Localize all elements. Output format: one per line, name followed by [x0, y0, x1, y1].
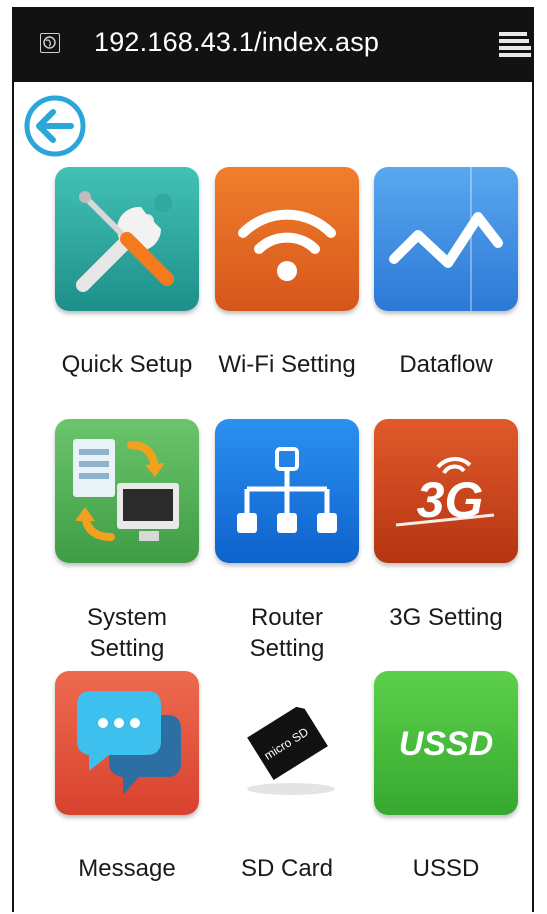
- wifi-icon: [215, 167, 359, 311]
- tools-icon: [55, 167, 199, 311]
- menu-icon[interactable]: [497, 30, 533, 58]
- 3g-icon: 3G: [374, 419, 518, 563]
- system-setting-label: System Setting: [86, 604, 167, 662]
- globe-icon: [40, 33, 60, 53]
- url-text[interactable]: 192.168.43.1/index.asp: [94, 27, 379, 58]
- quick-setup-tile[interactable]: [55, 167, 199, 311]
- 3g-setting-tile[interactable]: 3G: [374, 419, 518, 563]
- phone-screen: 192.168.43.1/index.asp Quick Setup Wi-Fi…: [12, 7, 534, 912]
- dataflow-label: Dataflow: [399, 351, 493, 378]
- system-icon: [55, 419, 199, 563]
- ussd-icon: USSD: [374, 671, 518, 815]
- quick-setup-label: Quick Setup: [61, 351, 193, 378]
- wifi-setting-tile[interactable]: [215, 167, 359, 311]
- dataflow-tile[interactable]: [374, 167, 518, 311]
- chat-bubble-icon: [55, 671, 199, 815]
- network-icon: [215, 419, 359, 563]
- system-setting-tile[interactable]: [55, 419, 199, 563]
- ussd-tile[interactable]: USSD: [374, 671, 518, 815]
- frame-border-left: [12, 7, 14, 912]
- frame-border-right: [532, 7, 534, 912]
- wifi-setting-label: Wi-Fi Setting: [218, 351, 356, 378]
- line-graph-icon: [374, 167, 518, 311]
- sd-card-icon: micro SD: [215, 671, 359, 815]
- ussd-text: USSD: [399, 725, 493, 763]
- back-arrow-icon: [24, 95, 86, 157]
- 3g-setting-label: 3G Setting: [389, 604, 503, 631]
- message-tile[interactable]: [55, 671, 199, 815]
- router-setting-label: Router Setting: [249, 604, 325, 662]
- sd-card-label: SD Card: [240, 855, 334, 882]
- message-label: Message: [78, 855, 176, 882]
- back-button[interactable]: [23, 94, 87, 158]
- sd-card-tile[interactable]: micro SD: [215, 671, 359, 815]
- ussd-label: USSD: [412, 855, 480, 882]
- router-setting-tile[interactable]: [215, 419, 359, 563]
- browser-address-bar: 192.168.43.1/index.asp: [12, 7, 534, 82]
